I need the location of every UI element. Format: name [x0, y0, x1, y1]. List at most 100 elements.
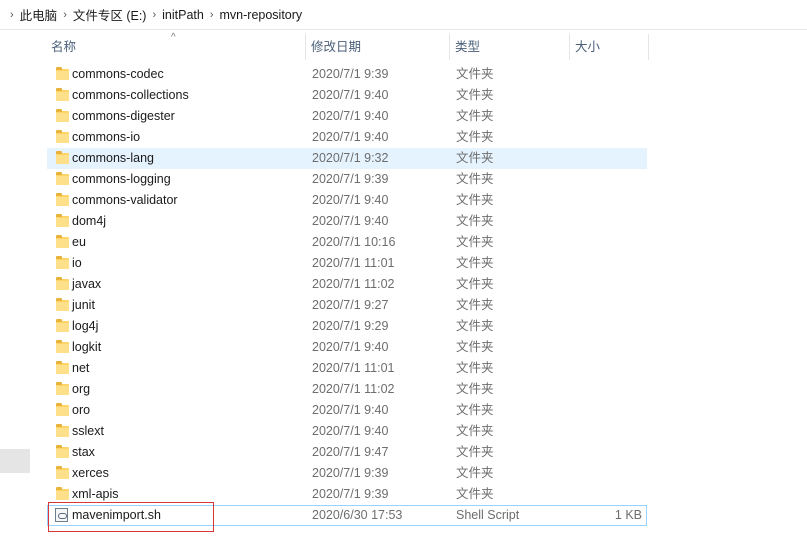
table-row[interactable]: oro 2020/7/1 9:40 文件夹 [47, 400, 647, 421]
chevron-right-icon[interactable]: › [63, 9, 67, 21]
file-name: org [72, 382, 91, 396]
file-date: 2020/7/1 9:40 [312, 88, 389, 102]
file-name: commons-io [72, 130, 141, 144]
file-size [588, 128, 642, 147]
file-name: junit [72, 298, 95, 312]
column-header-size[interactable]: 大小 [571, 34, 647, 60]
table-row[interactable]: commons-validator 2020/7/1 9:40 文件夹 [47, 190, 647, 211]
folder-icon [56, 256, 69, 269]
folder-icon [56, 151, 69, 164]
file-size [588, 359, 642, 378]
folder-icon [56, 466, 69, 479]
table-row[interactable]: commons-io 2020/7/1 9:40 文件夹 [47, 127, 647, 148]
column-header-type[interactable]: 类型 [451, 34, 569, 60]
file-name: javax [72, 277, 102, 291]
folder-icon [56, 424, 69, 437]
folder-icon [56, 319, 69, 332]
file-date: 2020/7/1 9:39 [312, 67, 389, 81]
file-size [588, 212, 642, 231]
file-name: commons-lang [72, 151, 154, 165]
file-date: 2020/7/1 11:01 [312, 361, 395, 375]
table-row[interactable]: javax 2020/7/1 11:02 文件夹 [47, 274, 647, 295]
file-name: commons-collections [72, 88, 189, 102]
file-date: 2020/7/1 9:39 [312, 172, 389, 186]
file-size [588, 464, 642, 483]
file-date: 2020/7/1 9:39 [312, 487, 389, 501]
breadcrumb-item-drive[interactable]: 文件专区 (E:) [73, 5, 147, 24]
file-name: sslext [72, 424, 104, 438]
table-row[interactable]: logkit 2020/7/1 9:40 文件夹 [47, 337, 647, 358]
file-type: 文件夹 [456, 277, 494, 291]
chevron-right-icon[interactable]: › [210, 9, 214, 21]
column-header-row: 名称 ^ 修改日期 类型 大小 [47, 32, 649, 60]
breadcrumb-item-this-pc[interactable]: 此电脑 [20, 5, 58, 24]
file-size [588, 170, 642, 189]
file-type: 文件夹 [456, 235, 494, 249]
table-row[interactable]: io 2020/7/1 11:01 文件夹 [47, 253, 647, 274]
file-size [588, 275, 642, 294]
file-list: commons-codec 2020/7/1 9:39 文件夹 commons-co… [47, 64, 647, 526]
file-name: eu [72, 235, 86, 249]
table-row[interactable]: net 2020/7/1 11:01 文件夹 [47, 358, 647, 379]
table-row[interactable]: dom4j 2020/7/1 9:40 文件夹 [47, 211, 647, 232]
chevron-right-icon[interactable]: › [10, 9, 14, 21]
file-size [588, 296, 642, 315]
file-size [588, 317, 642, 336]
file-name: oro [72, 403, 91, 417]
table-row[interactable]: xerces 2020/7/1 9:39 文件夹 [47, 463, 647, 484]
chevron-right-icon[interactable]: › [152, 9, 156, 21]
file-type: 文件夹 [456, 403, 494, 417]
file-name: commons-digester [72, 109, 175, 123]
file-date: 2020/6/30 17:53 [312, 508, 403, 522]
file-type: 文件夹 [456, 130, 494, 144]
highlight-annotation-box [48, 502, 214, 532]
file-type: 文件夹 [456, 151, 494, 165]
file-date: 2020/7/1 9:40 [312, 403, 389, 417]
file-date: 2020/7/1 9:40 [312, 130, 389, 144]
table-row[interactable]: org 2020/7/1 11:02 文件夹 [47, 379, 647, 400]
column-divider[interactable] [648, 34, 649, 60]
file-date: 2020/7/1 11:02 [312, 277, 395, 291]
breadcrumb-item-mvn-repository[interactable]: mvn-repository [220, 8, 303, 22]
folder-icon [56, 277, 69, 290]
table-row[interactable]: junit 2020/7/1 9:27 文件夹 [47, 295, 647, 316]
file-size [588, 422, 642, 441]
table-row[interactable]: eu 2020/7/1 10:16 文件夹 [47, 232, 647, 253]
folder-icon [56, 361, 69, 374]
table-row[interactable]: commons-logging 2020/7/1 9:39 文件夹 [47, 169, 647, 190]
column-divider[interactable] [569, 34, 570, 60]
table-row[interactable]: stax 2020/7/1 9:47 文件夹 [47, 442, 647, 463]
file-type: Shell Script [456, 508, 520, 522]
folder-icon [56, 235, 69, 248]
file-date: 2020/7/1 9:29 [312, 319, 389, 333]
file-date: 2020/7/1 9:32 [312, 151, 389, 165]
breadcrumb-item-initpath[interactable]: initPath [162, 8, 204, 22]
file-date: 2020/7/1 10:16 [312, 235, 396, 249]
file-name: logkit [72, 340, 102, 354]
table-row[interactable]: commons-codec 2020/7/1 9:39 文件夹 [47, 64, 647, 85]
table-row[interactable]: log4j 2020/7/1 9:29 文件夹 [47, 316, 647, 337]
file-date: 2020/7/1 11:02 [312, 382, 395, 396]
column-divider[interactable] [449, 34, 450, 60]
file-type: 文件夹 [456, 88, 494, 102]
file-date: 2020/7/1 9:39 [312, 466, 389, 480]
file-name: io [72, 256, 82, 270]
file-date: 2020/7/1 9:40 [312, 340, 389, 354]
folder-icon [56, 172, 69, 185]
navigation-pane-selected-item[interactable] [0, 449, 30, 473]
file-type: 文件夹 [456, 445, 494, 459]
file-date: 2020/7/1 9:40 [312, 214, 389, 228]
table-row[interactable]: commons-digester 2020/7/1 9:40 文件夹 [47, 106, 647, 127]
file-name: commons-codec [72, 67, 164, 81]
column-divider[interactable] [305, 34, 306, 60]
column-header-date[interactable]: 修改日期 [307, 34, 449, 60]
table-row[interactable]: commons-lang 2020/7/1 9:32 文件夹 [47, 148, 647, 169]
folder-icon [56, 67, 69, 80]
file-type: 文件夹 [456, 487, 494, 501]
table-row[interactable]: commons-collections 2020/7/1 9:40 文件夹 [47, 85, 647, 106]
table-row[interactable]: sslext 2020/7/1 9:40 文件夹 [47, 421, 647, 442]
column-header-name[interactable]: 名称 ^ [47, 32, 305, 60]
file-name: net [72, 361, 90, 375]
folder-icon [56, 109, 69, 122]
file-type: 文件夹 [456, 319, 494, 333]
